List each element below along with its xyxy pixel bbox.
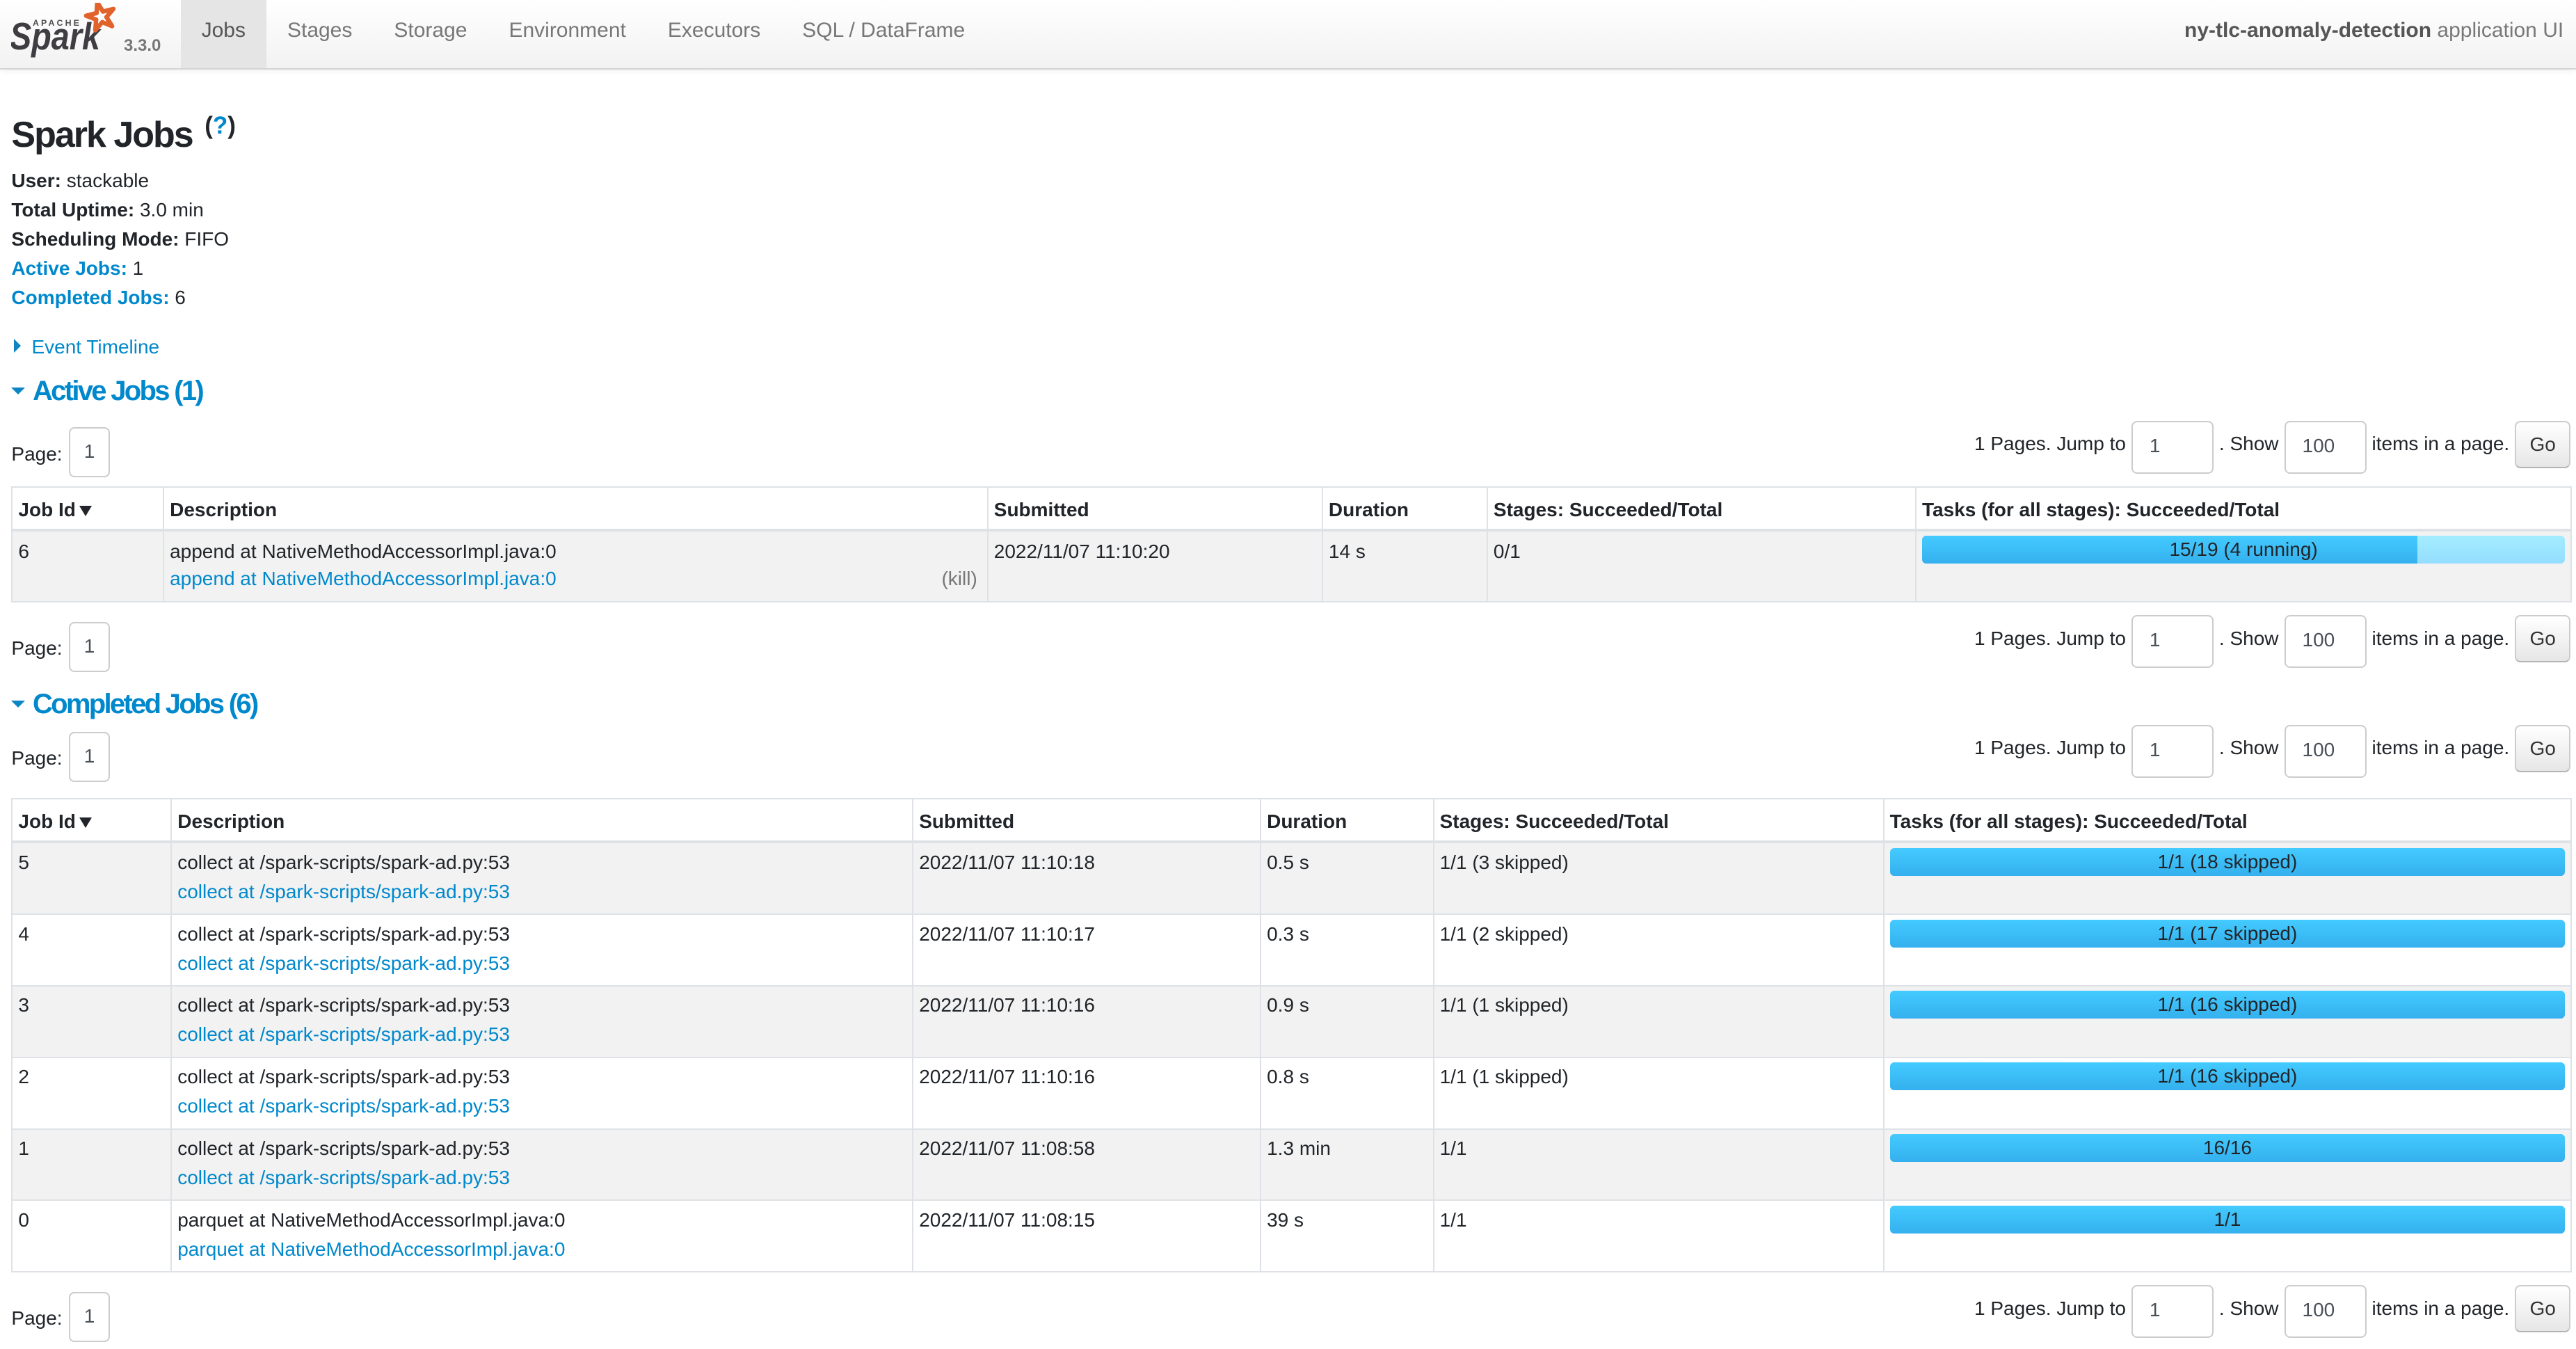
svg-text:Spark: Spark (11, 15, 102, 58)
